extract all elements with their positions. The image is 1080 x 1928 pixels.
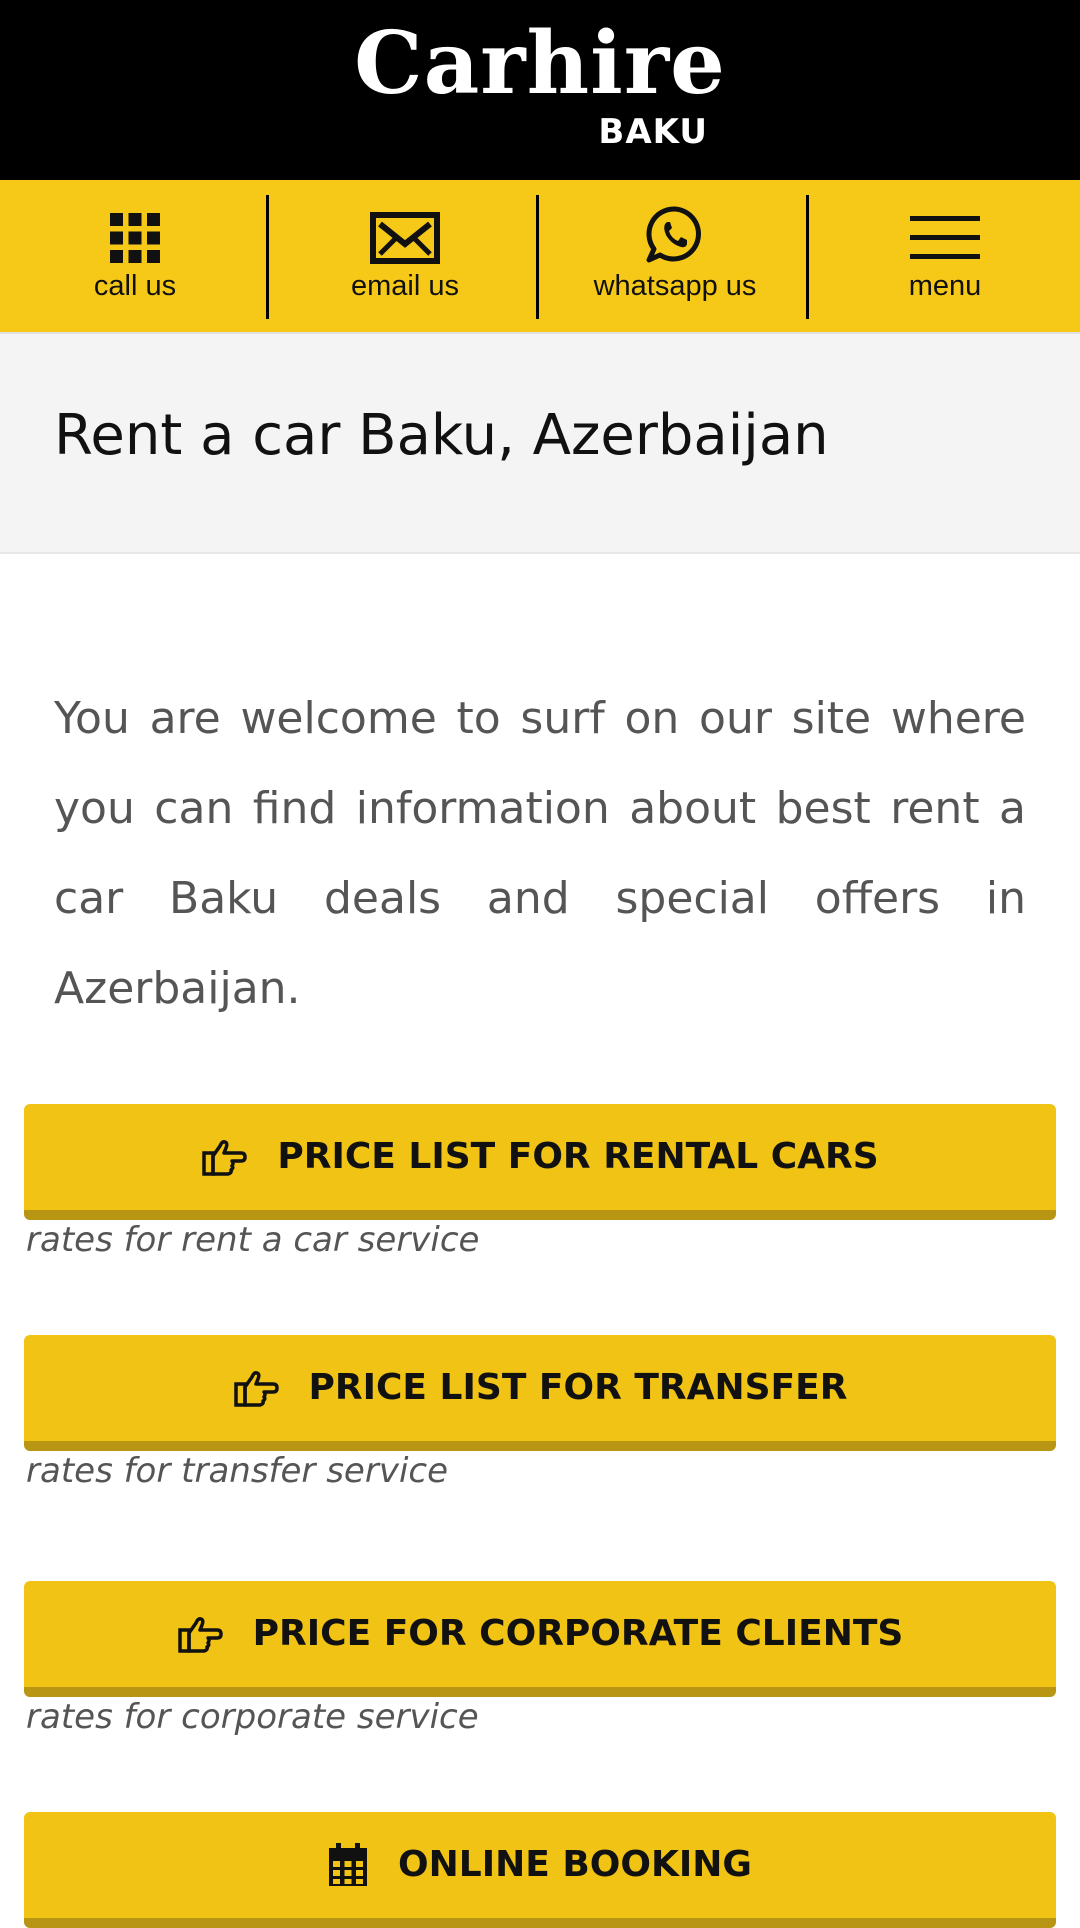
whatsapp-us-button[interactable]: whatsapp us (540, 180, 810, 332)
dialpad-icon (0, 212, 270, 268)
contact-divider (806, 195, 809, 319)
email-us-label: email us (351, 270, 459, 302)
hand-pointing-right-icon (202, 1140, 248, 1176)
hand-pointing-right-icon (233, 1371, 279, 1407)
intro-paragraph: You are welcome to surf on our site wher… (54, 693, 1026, 1014)
price-list-rental-cars-caption: rates for rent a car service (26, 1220, 480, 1260)
call-us-button[interactable]: call us (0, 180, 270, 332)
site-logo-subtitle: BAKU (598, 112, 708, 152)
site-logo[interactable]: Carhire (0, 14, 1080, 114)
envelope-icon (270, 212, 540, 268)
contact-bar: call us email us whatsapp us menu (0, 180, 1080, 334)
whatsapp-icon (540, 204, 810, 263)
page-title-band: Rent a car Baku, Azerbaijan (0, 334, 1080, 554)
price-list-transfer-button[interactable]: PRICE LIST FOR TRANSFER (24, 1335, 1056, 1451)
price-list-rental-cars-label: PRICE LIST FOR RENTAL CARS (277, 1136, 879, 1177)
hand-pointing-right-icon (177, 1617, 223, 1653)
contact-divider (266, 195, 269, 319)
whatsapp-us-label: whatsapp us (593, 270, 757, 302)
page-title: Rent a car Baku, Azerbaijan (54, 403, 829, 468)
price-list-transfer-label: PRICE LIST FOR TRANSFER (308, 1367, 848, 1408)
price-corporate-clients-caption: rates for corporate service (26, 1697, 479, 1737)
site-header: Carhire BAKU (0, 0, 1080, 180)
call-us-label: call us (93, 270, 177, 302)
online-booking-label: ONLINE BOOKING (398, 1844, 752, 1885)
email-us-button[interactable]: email us (270, 180, 540, 332)
price-list-transfer-caption: rates for transfer service (26, 1451, 449, 1491)
menu-label: menu (908, 270, 982, 302)
contact-divider (536, 195, 539, 319)
menu-button[interactable]: menu (810, 180, 1080, 332)
price-corporate-clients-label: PRICE FOR CORPORATE CLIENTS (252, 1613, 904, 1654)
online-booking-button[interactable]: ONLINE BOOKING (24, 1812, 1056, 1928)
hamburger-icon (810, 216, 1080, 272)
price-corporate-clients-button[interactable]: PRICE FOR CORPORATE CLIENTS (24, 1581, 1056, 1697)
price-list-rental-cars-button[interactable]: PRICE LIST FOR RENTAL CARS (24, 1104, 1056, 1220)
calendar-icon (329, 1843, 368, 1886)
